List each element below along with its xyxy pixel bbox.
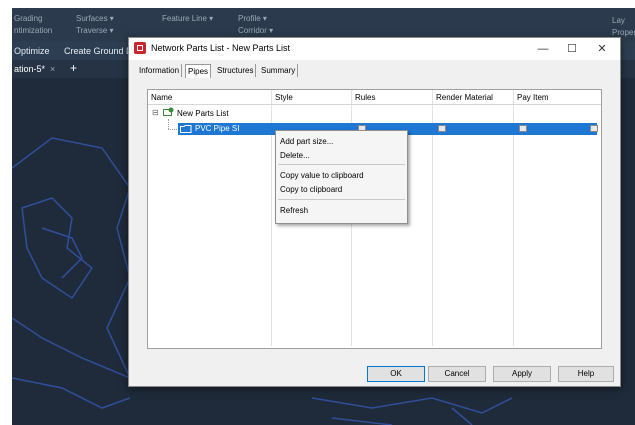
document-tab[interactable]: ation-5* (14, 64, 45, 74)
ribbon-feature-line[interactable]: Feature Line ▾ (162, 14, 213, 23)
menu-item-refresh[interactable]: Refresh (280, 206, 308, 215)
pvc-pipe-label: PVC Pipe SI (195, 124, 240, 133)
tree-root-row[interactable]: ⊟ New Parts List (148, 107, 601, 120)
tree-root-label: New Parts List (177, 109, 229, 118)
ribbon-surfaces[interactable]: Surfaces ▾ (76, 14, 114, 23)
menu-separator (278, 199, 405, 200)
add-tab-icon[interactable]: + (70, 61, 77, 75)
civil3d-icon (134, 42, 146, 54)
close-tab-icon[interactable]: × (50, 64, 55, 74)
column-pay-item[interactable]: Pay Item (517, 93, 549, 102)
collapse-icon[interactable]: ⊟ (152, 108, 159, 117)
create-ground-button[interactable]: Create Ground D (64, 46, 133, 56)
ribbon-layers[interactable]: Lay (612, 16, 625, 25)
context-menu: Add part size... Delete... Copy value to… (275, 130, 408, 224)
menu-item-copy-value[interactable]: Copy value to clipboard (280, 171, 364, 180)
tab-structures[interactable]: Structures (215, 64, 257, 77)
ribbon-grading-sub[interactable]: ntimization (14, 26, 52, 35)
dialog-title: Network Parts List - New Parts List (151, 43, 291, 53)
column-render-material[interactable]: Render Material (436, 93, 493, 102)
help-button[interactable]: Help (558, 366, 614, 382)
close-icon[interactable]: ✕ (589, 40, 615, 58)
cancel-button[interactable]: Cancel (428, 366, 486, 382)
ribbon-corridor[interactable]: Corridor ▾ (238, 26, 273, 35)
menu-separator (278, 164, 405, 165)
tree-connector (168, 119, 170, 129)
menu-item-add-part-size[interactable]: Add part size... (280, 137, 333, 146)
tab-summary[interactable]: Summary (259, 64, 299, 77)
ribbon-profile[interactable]: Profile ▾ (238, 14, 267, 23)
ribbon-properties[interactable]: Proper (612, 28, 635, 37)
column-name[interactable]: Name (151, 93, 172, 102)
pay-item-edit-icon[interactable] (590, 125, 598, 132)
optimize-button[interactable]: Optimize (14, 46, 50, 56)
rules-edit-icon[interactable] (438, 125, 446, 132)
tab-information[interactable]: Information (137, 64, 183, 77)
menu-item-delete[interactable]: Delete... (280, 151, 310, 160)
tree-connector (168, 129, 177, 131)
folder-icon (180, 124, 192, 134)
apply-button[interactable]: Apply (493, 366, 551, 382)
parts-list-icon (163, 107, 174, 117)
tab-pipes[interactable]: Pipes (185, 64, 212, 78)
column-style[interactable]: Style (275, 93, 293, 102)
menu-item-copy-clipboard[interactable]: Copy to clipboard (280, 185, 342, 194)
grid-header: Name Style Rules Render Material Pay Ite… (148, 90, 601, 105)
dialog-title-bar: Network Parts List - New Parts List — ☐ … (129, 38, 620, 60)
maximize-icon[interactable]: ☐ (559, 40, 585, 58)
ok-button[interactable]: OK (367, 366, 425, 382)
ribbon-traverse[interactable]: Traverse ▾ (76, 26, 114, 35)
render-material-edit-icon[interactable] (519, 125, 527, 132)
column-rules[interactable]: Rules (355, 93, 375, 102)
minimize-icon[interactable]: — (530, 40, 556, 58)
ribbon-grading[interactable]: Grading (14, 14, 42, 23)
